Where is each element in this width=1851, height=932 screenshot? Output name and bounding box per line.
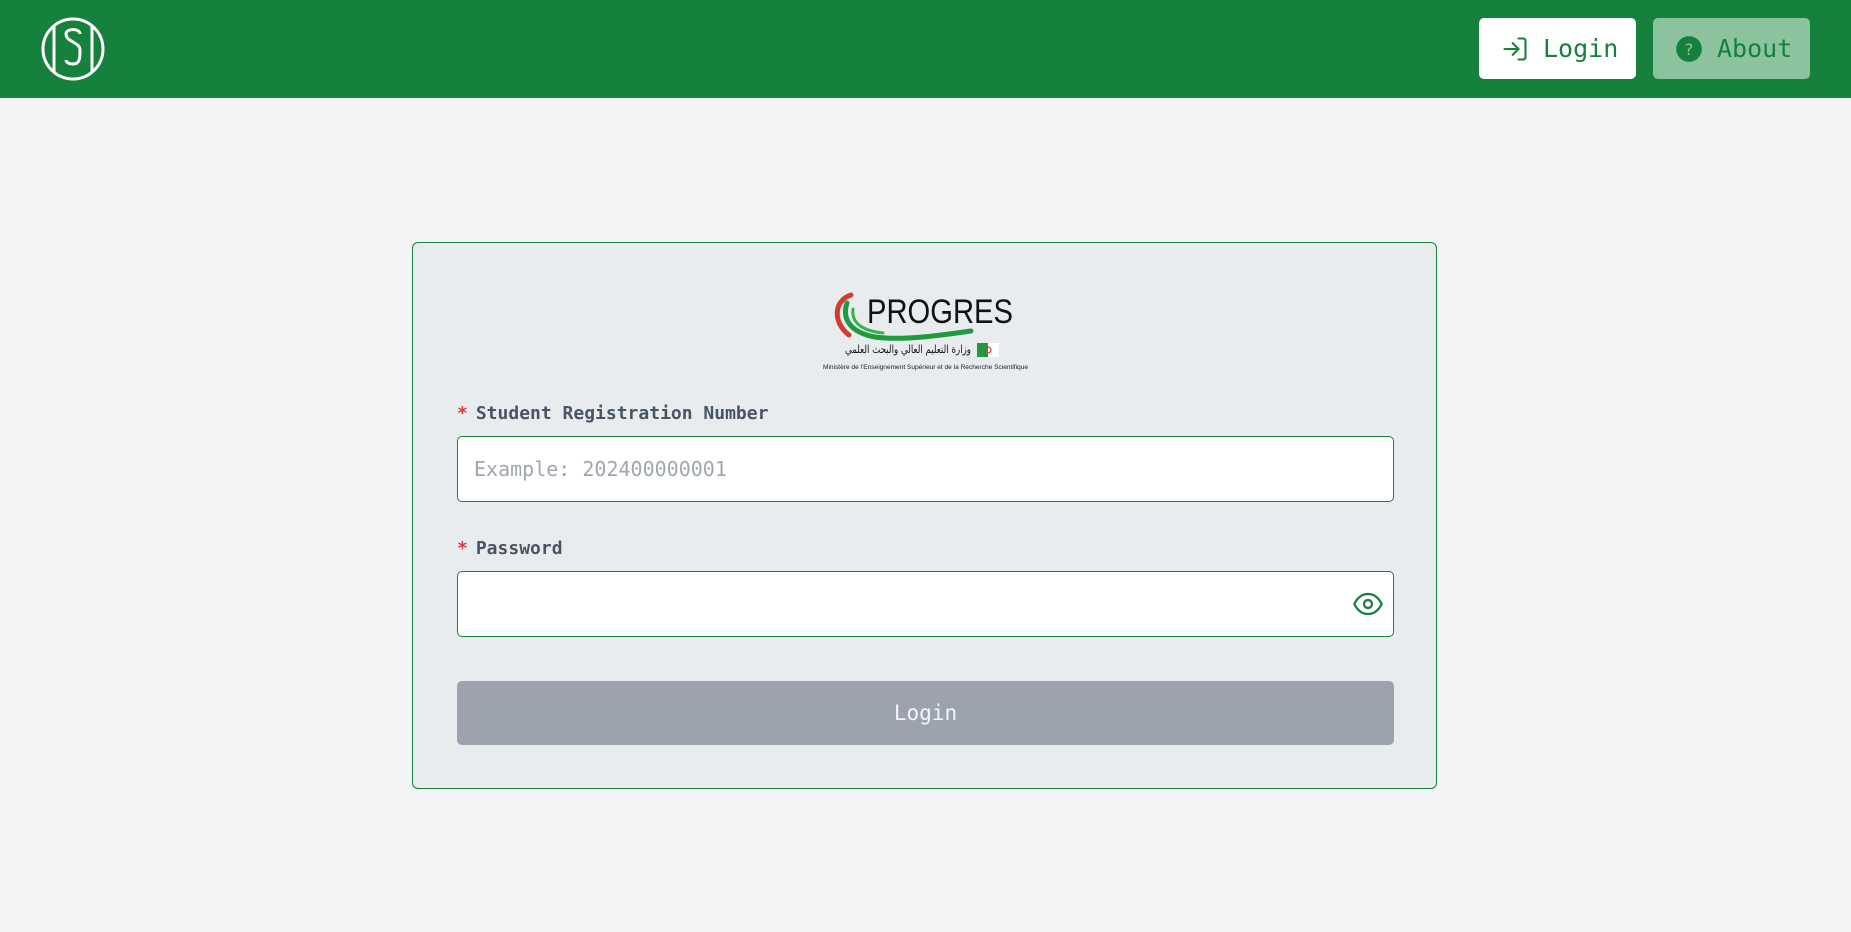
- progres-logo: PROGRES وزارة التعليم العالي والبحث العل…: [823, 283, 1033, 373]
- svg-text:وزارة التعليم العالي والبحث ال: وزارة التعليم العالي والبحث العلمي: [845, 343, 971, 356]
- help-circle-icon: ?: [1676, 35, 1702, 62]
- login-nav-label: Login: [1543, 34, 1619, 63]
- login-card: PROGRES وزارة التعليم العالي والبحث العل…: [412, 242, 1437, 789]
- eye-icon[interactable]: [1352, 591, 1384, 617]
- registration-number-label: * Student Registration Number: [457, 403, 769, 424]
- top-navbar: Login ? About: [0, 0, 1851, 98]
- password-input[interactable]: [457, 571, 1394, 637]
- login-icon: [1503, 36, 1527, 61]
- svg-text:Ministère de l'Enseignement Su: Ministère de l'Enseignement Supérieur et…: [823, 364, 1028, 371]
- login-submit-button[interactable]: Login: [457, 681, 1394, 745]
- svg-text:?: ?: [1685, 39, 1694, 58]
- required-marker: *: [457, 538, 468, 559]
- login-submit-label: Login: [893, 701, 958, 725]
- registration-number-input[interactable]: [457, 436, 1394, 502]
- osc-logo[interactable]: [40, 16, 106, 82]
- login-nav-button[interactable]: Login: [1479, 18, 1636, 79]
- svg-text:PROGRES: PROGRES: [867, 293, 1013, 331]
- about-nav-label: About: [1717, 34, 1793, 63]
- password-label: * Password: [457, 538, 563, 559]
- about-nav-button[interactable]: ? About: [1653, 18, 1810, 79]
- required-marker: *: [457, 403, 468, 424]
